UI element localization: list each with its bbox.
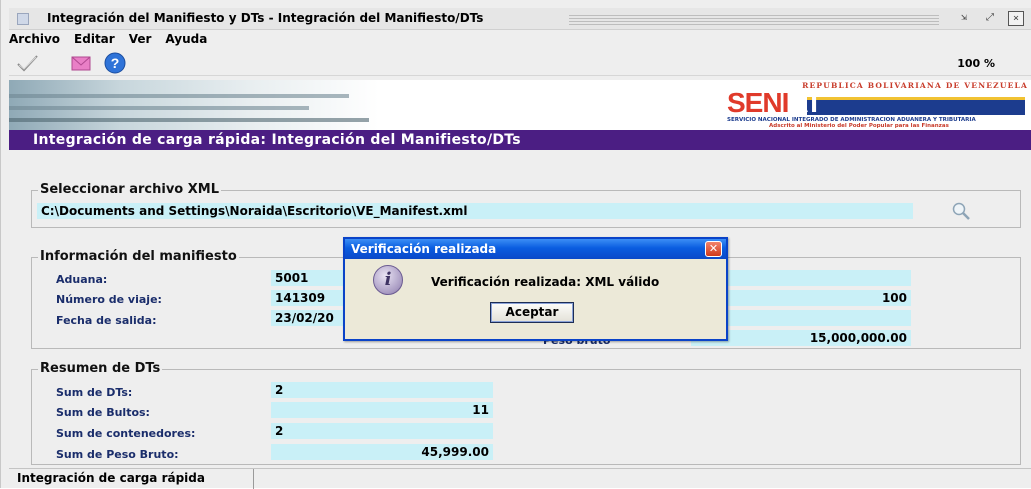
application-window: Integración del Manifiesto y DTs - Integ… [0,0,1031,489]
sum-contenedores-field[interactable]: 2 [271,423,493,439]
accept-button[interactable]: Aceptar [490,302,574,323]
close-icon[interactable]: × [1008,11,1024,26]
sum-bultos-label: Sum de Bultos: [56,406,150,419]
sum-dts-label: Sum de DTs: [56,386,133,399]
title-bar[interactable]: Integración del Manifiesto y DTs - Integ… [9,8,1031,30]
info-icon: i [373,265,403,295]
mail-icon[interactable] [69,52,93,74]
dialog-close-icon[interactable]: ✕ [705,241,722,257]
senat-banner: REPUBLICA BOLIVARIANA DE VENEZUELA SENIA… [9,80,1031,130]
section-title: Integración de carga rápida: Integración… [9,130,1031,150]
banner-photo [9,80,379,130]
title-grip [569,14,939,25]
check-icon[interactable] [15,52,39,74]
logo-subtitle-2: Adscrito al Ministerio del Poder Popular… [769,123,949,129]
menu-bar: Archivo Editar Ver Ayuda [9,32,207,48]
menu-archivo[interactable]: Archivo [9,32,60,48]
zoom-level: 100 % [957,57,995,70]
verification-dialog: Verificación realizada ✕ i Verificación … [343,237,728,341]
fecha-label: Fecha de salida: [56,314,157,327]
menu-ver[interactable]: Ver [129,32,152,48]
sum-peso-label: Sum de Peso Bruto: [56,448,179,461]
viaje-label: Número de viaje: [56,293,162,306]
menu-ayuda[interactable]: Ayuda [165,32,207,48]
svg-text:?: ? [111,55,120,71]
resumen-title: Resumen de DTs [38,361,163,376]
resumen-group: Resumen de DTs [31,361,1021,465]
dialog-title[interactable]: Verificación realizada [345,239,726,259]
status-bar: Integración de carga rápida [9,468,1031,489]
window-icon [17,13,29,25]
sum-bultos-field[interactable]: 11 [271,402,493,418]
sum-contenedores-label: Sum de contenedores: [56,427,196,440]
aduana-label: Aduana: [56,273,108,286]
restore-icon[interactable]: ⇲ [956,11,972,26]
logo-bar [807,97,1025,115]
select-xml-title: Seleccionar archivo XML [38,182,221,197]
sum-dts-field[interactable]: 2 [271,382,493,398]
search-icon[interactable] [951,201,971,221]
window-title: Integración del Manifiesto y DTs - Integ… [47,11,484,25]
status-tab[interactable]: Integración de carga rápida [9,469,254,489]
toolbar: ? 100 % [9,50,1031,76]
maximize-icon[interactable]: ⤢ [982,11,998,26]
country-line: REPUBLICA BOLIVARIANA DE VENEZUELA [802,81,1028,90]
sum-peso-field[interactable]: 45,999.00 [271,444,493,460]
senat-logo: SENIAT [727,87,823,118]
help-icon[interactable]: ? [103,52,127,74]
dialog-message: Verificación realizada: XML válido [431,275,660,289]
menu-editar[interactable]: Editar [74,32,115,48]
manifest-title: Información del manifiesto [38,249,239,264]
xml-path-field[interactable]: C:\Documents and Settings\Noraida\Escrit… [37,203,913,219]
